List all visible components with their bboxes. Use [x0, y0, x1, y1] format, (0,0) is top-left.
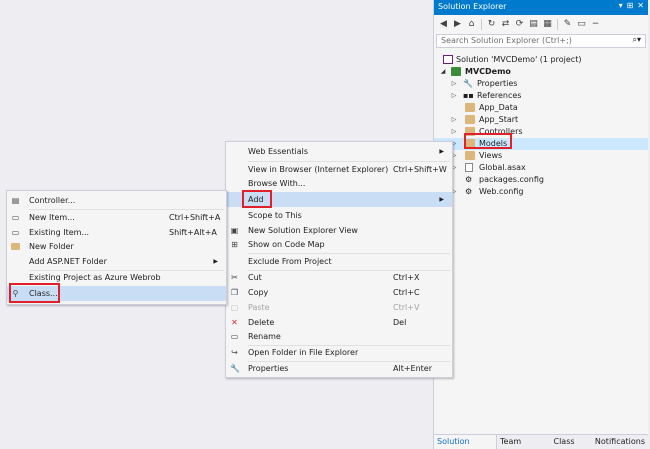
- menu-item-copy[interactable]: ❐ Copy Ctrl+C: [226, 285, 452, 300]
- folder-icon: [465, 103, 475, 112]
- paste-icon: ▢: [230, 303, 239, 312]
- toolbar-separator: [481, 19, 482, 30]
- solution-explorer-panel: Solution Explorer ▾ ⊞ ✕ ◀ ▶ ⌂ ↻ ⇄ ⟳ ▤ ▦ …: [433, 0, 648, 449]
- open-folder-arrow-icon: ↪: [231, 348, 238, 357]
- solution-explorer-tabs: Solution Explor... Team Explorer Class V…: [434, 434, 648, 449]
- menu-item-exclude-from-project[interactable]: Exclude From Project: [226, 254, 452, 269]
- code-map-icon: ⊞: [231, 240, 238, 249]
- solution-explorer-titlebar: Solution Explorer ▾ ⊞ ✕: [434, 0, 648, 15]
- models-highlight-box: [464, 133, 512, 149]
- wrench-icon: 🔧: [463, 79, 473, 88]
- tree-node-web-config[interactable]: ▷ ⚙ Web.config: [434, 186, 648, 198]
- menu-item-show-on-code-map[interactable]: ⊞ Show on Code Map: [226, 237, 452, 252]
- expand-arrow-icon[interactable]: ▷: [450, 126, 458, 138]
- tab-notifications[interactable]: Notifications: [592, 435, 648, 449]
- tree-node-properties[interactable]: ▷ 🔧 Properties: [434, 78, 648, 90]
- tree-node-packages-config[interactable]: ⚙ packages.config: [434, 174, 648, 186]
- forward-icon[interactable]: ▶: [452, 19, 463, 30]
- tree-node-project[interactable]: ◢ MVCDemo: [434, 66, 648, 78]
- menu-item-controller[interactable]: ▤ Controller...: [7, 193, 226, 208]
- menu-item-existing-item[interactable]: ▭ Existing Item... Shift+Alt+A: [7, 225, 226, 240]
- menu-item-delete[interactable]: ✕ Delete Del: [226, 315, 452, 330]
- pending-changes-icon[interactable]: ↻: [486, 19, 497, 30]
- add-highlight-box: [242, 190, 272, 208]
- solution-explorer-title: Solution Explorer: [438, 2, 507, 11]
- config-icon: ⚙: [465, 175, 473, 184]
- folder-icon: [11, 243, 20, 250]
- menu-item-scope-to-this[interactable]: Scope to This: [226, 208, 452, 223]
- properties-wrench-icon[interactable]: ✎: [562, 19, 573, 30]
- menu-item-web-essentials[interactable]: Web Essentials ▶: [226, 144, 452, 159]
- back-icon[interactable]: ◀: [438, 19, 449, 30]
- home-icon[interactable]: ⌂: [466, 19, 477, 30]
- menu-item-paste: ▢ Paste Ctrl+V: [230, 303, 420, 312]
- menu-item-view-in-browser[interactable]: View in Browser (Internet Explorer) Ctrl…: [226, 162, 452, 177]
- dropdown-icon[interactable]: ▾: [619, 1, 623, 10]
- class-highlight-box: [9, 283, 60, 303]
- sync-icon[interactable]: ⇄: [500, 19, 511, 30]
- rename-icon: ▭: [230, 332, 239, 341]
- copy-icon: ❐: [230, 288, 239, 297]
- collapse-arrow-icon[interactable]: ◢: [439, 66, 447, 78]
- search-input[interactable]: Search Solution Explorer (Ctrl+;) ⌕▾: [436, 34, 646, 48]
- solution-icon: [443, 55, 453, 64]
- folder-icon: [465, 151, 475, 160]
- tree-node-references[interactable]: ▷ ▪▪ References: [434, 90, 648, 102]
- collapse-all-icon[interactable]: ▤: [528, 19, 539, 30]
- search-placeholder: Search Solution Explorer (Ctrl+;): [441, 36, 572, 45]
- wrench-icon: 🔧: [230, 364, 240, 373]
- menu-item-new-solution-explorer-view[interactable]: ▣ New Solution Explorer View: [226, 223, 452, 238]
- file-icon: [465, 163, 473, 172]
- existing-item-icon: ▭: [11, 228, 20, 237]
- preview-icon[interactable]: ▭: [576, 19, 587, 30]
- submenu-arrow-icon: ▶: [439, 148, 444, 155]
- pin-icon[interactable]: ⊞: [627, 1, 634, 10]
- show-all-files-icon[interactable]: ▦: [542, 19, 553, 30]
- menu-item-new-folder[interactable]: New Folder: [7, 239, 226, 254]
- folder-icon: [465, 115, 475, 124]
- search-icon[interactable]: ⌕▾: [633, 35, 642, 45]
- menu-item-new-item[interactable]: ▭ New Item... Ctrl+Shift+A: [7, 210, 226, 225]
- expand-arrow-icon[interactable]: ▷: [450, 90, 458, 102]
- context-menu: Web Essentials ▶ View in Browser (Intern…: [225, 141, 453, 378]
- scissors-icon: ✂: [231, 273, 238, 282]
- refresh-icon[interactable]: ⟳: [514, 19, 525, 30]
- menu-item-properties[interactable]: 🔧 Properties Alt+Enter: [226, 361, 452, 376]
- menu-item-add-aspnet-folder[interactable]: Add ASP.NET Folder ▶: [7, 254, 226, 269]
- config-icon: ⚙: [465, 187, 473, 196]
- menu-item-rename[interactable]: ▭ Rename: [226, 329, 452, 344]
- tab-solution-explorer[interactable]: Solution Explor...: [434, 435, 498, 449]
- delete-x-icon: ✕: [231, 318, 238, 327]
- tree-node-solution[interactable]: Solution 'MVCDemo' (1 project): [434, 54, 648, 66]
- new-item-icon: ▭: [11, 213, 20, 222]
- new-view-icon: ▣: [230, 226, 239, 235]
- tab-class-view[interactable]: Class View: [550, 435, 591, 449]
- tree-node-app-start[interactable]: ▷ App_Start: [434, 114, 648, 126]
- submenu-arrow-icon: ▶: [213, 258, 218, 265]
- tree-node-global-asax[interactable]: ▷ Global.asax: [434, 162, 648, 174]
- menu-item-cut[interactable]: ✂ Cut Ctrl+X: [226, 270, 452, 285]
- tab-team-explorer[interactable]: Team Explorer: [497, 435, 550, 449]
- tree-node-app-data[interactable]: App_Data: [434, 102, 648, 114]
- controller-icon: ▤: [11, 196, 20, 205]
- tree-node-views[interactable]: ▷ Views: [434, 150, 648, 162]
- solution-tree: Solution 'MVCDemo' (1 project) ◢ MVCDemo…: [434, 48, 648, 198]
- project-icon: [451, 67, 461, 76]
- toolbar-separator: [557, 19, 558, 30]
- submenu-arrow-icon: ▶: [439, 196, 444, 203]
- references-icon: ▪▪: [463, 91, 474, 100]
- menu-item-browse-with[interactable]: Browse With...: [226, 176, 452, 191]
- close-icon[interactable]: ✕: [637, 1, 644, 10]
- solution-explorer-toolbar: ◀ ▶ ⌂ ↻ ⇄ ⟳ ▤ ▦ ✎ ▭ −: [434, 15, 648, 34]
- expand-arrow-icon[interactable]: ▷: [450, 78, 458, 90]
- expand-arrow-icon[interactable]: ▷: [450, 114, 458, 126]
- minus-icon[interactable]: −: [590, 19, 601, 30]
- menu-item-open-folder[interactable]: ↪ Open Folder in File Explorer: [226, 345, 452, 360]
